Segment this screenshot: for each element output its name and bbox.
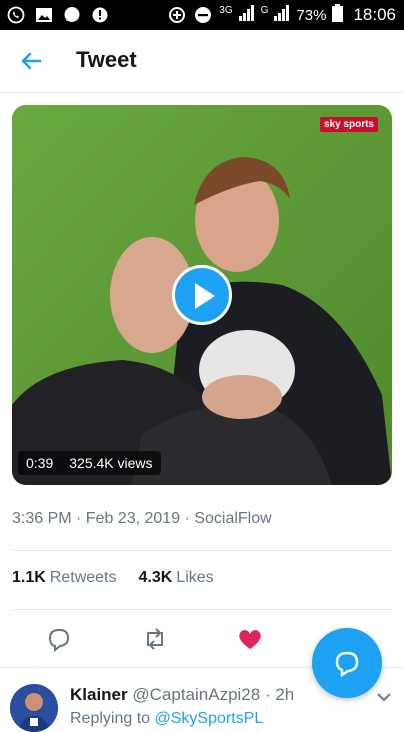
battery-icon [332, 4, 344, 26]
reply-author-name[interactable]: Klainer [70, 685, 128, 704]
tweet-stats: 1.1K Retweets 4.3K Likes [12, 569, 214, 587]
divider [12, 550, 392, 551]
video-views: 325.4K views [69, 455, 153, 471]
video-info-overlay: 0:39 325.4K views [18, 451, 161, 475]
page-title: Tweet [76, 47, 137, 72]
chat-icon [62, 5, 82, 25]
clock: 18:06 [353, 5, 396, 24]
notification-icon [90, 5, 110, 25]
play-icon [195, 283, 215, 309]
retweets-count: 1.1K [12, 569, 46, 586]
retweets-label: Retweets [49, 569, 117, 586]
divider [12, 609, 392, 610]
replying-to-prefix: Replying to [70, 710, 155, 727]
retweet-icon[interactable] [142, 626, 168, 652]
do-not-disturb-icon [193, 5, 213, 25]
likes-label: Likes [176, 569, 214, 586]
likes-count: 4.3K [138, 569, 173, 586]
reply-author-handle: @CaptainAzpi28 [132, 685, 261, 704]
replying-to-link[interactable]: @SkySportsPL [155, 710, 264, 727]
data-saver-icon [167, 5, 187, 25]
reply-bubble-icon [335, 651, 359, 677]
video-player[interactable]: sky sports 0:39 325.4K views [12, 105, 392, 485]
network-type-g: G [260, 4, 269, 16]
chevron-down-icon[interactable] [376, 690, 392, 708]
signal-icon-2 [274, 5, 290, 25]
gallery-icon [34, 5, 54, 25]
back-arrow-icon[interactable] [18, 48, 44, 74]
like-heart-icon[interactable] [237, 626, 263, 652]
avatar[interactable] [10, 684, 58, 732]
tweet-timestamp-source: 3:36 PM · Feb 23, 2019 · SocialFlow [12, 510, 272, 527]
compose-reply-button[interactable] [312, 628, 382, 698]
status-bar: 3G G 73% 18:06 [0, 0, 404, 30]
network-type-3g: 3G [219, 4, 233, 16]
channel-badge: sky sports [319, 117, 378, 132]
reply-icon[interactable] [46, 626, 72, 653]
play-button[interactable] [172, 265, 232, 325]
signal-icon [238, 5, 255, 25]
whatsapp-icon [6, 5, 26, 25]
replying-to: Replying to @SkySportsPL [70, 710, 263, 728]
battery-percent: 73% [296, 6, 327, 24]
header-bar: Tweet [0, 30, 404, 93]
retweets-stat[interactable]: 1.1K Retweets [12, 569, 117, 587]
reply-header: Klainer @CaptainAzpi28 · 2h [70, 685, 294, 705]
video-duration: 0:39 [26, 455, 54, 471]
reply-time: · 2h [264, 685, 295, 704]
likes-stat[interactable]: 4.3K Likes [139, 569, 214, 587]
